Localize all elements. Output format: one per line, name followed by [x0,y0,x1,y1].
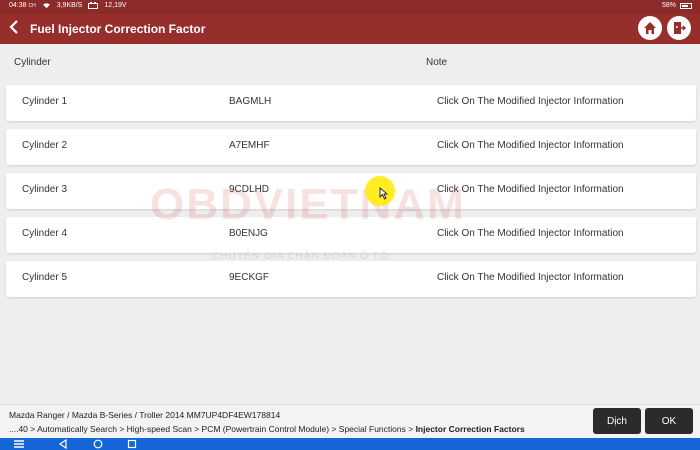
car-battery-icon [88,2,99,9]
cell-note: Click On The Modified Injector Informati… [437,140,624,151]
home-button[interactable] [638,16,662,40]
status-speed: 3,9KB/S [56,2,83,9]
table-row[interactable]: Cylinder 1 BAGMLH Click On The Modified … [6,85,696,121]
status-bar: 04:38 CH 3,9KB/S 12,19V 58% [0,0,700,14]
exit-button[interactable] [667,16,691,40]
system-nav-bar [0,438,700,450]
cell-code: B0ENJG [229,228,268,239]
app-header: Fuel Injector Correction Factor [0,14,700,44]
cell-cylinder: Cylinder 5 [22,272,68,283]
wifi-icon [42,3,50,9]
exit-icon [674,22,686,34]
cell-cylinder: Cylinder 3 [22,184,68,195]
breadcrumb-path: ....40 > Automatically Search > High-spe… [9,424,416,434]
nav-home-icon[interactable] [93,439,103,449]
status-time: 04:38 CH [9,2,36,9]
translate-button[interactable]: Dịch [593,408,641,434]
cell-cylinder: Cylinder 1 [22,96,68,107]
cell-code: BAGMLH [229,96,272,107]
cell-note: Click On The Modified Injector Informati… [437,228,624,239]
vehicle-info: Mazda Ranger / Mazda B-Series / Troller … [9,410,281,420]
back-arrow-icon[interactable] [8,19,24,39]
page-title: Fuel Injector Correction Factor [30,22,206,36]
cell-cylinder: Cylinder 2 [22,140,68,151]
table-row[interactable]: Cylinder 3 9CDLHD Click On The Modified … [6,173,696,209]
cell-code: 9CDLHD [229,184,270,195]
cell-code: 9ECKGF [229,272,270,283]
column-header-cylinder: Cylinder [14,57,51,68]
column-header-note: Note [426,57,448,68]
cell-cylinder: Cylinder 4 [22,228,68,239]
table-row[interactable]: Cylinder 5 9ECKGF Click On The Modified … [6,261,696,297]
cell-note: Click On The Modified Injector Informati… [437,184,624,195]
ok-button[interactable]: OK [645,408,693,434]
breadcrumb: ....40 > Automatically Search > High-spe… [9,424,525,434]
cell-code: A7EMHF [229,140,270,151]
cell-note: Click On The Modified Injector Informati… [437,96,624,107]
nav-recents-icon[interactable] [127,439,137,449]
nav-back-icon[interactable] [58,439,68,449]
status-voltage: 12,19V [104,2,127,9]
home-icon [644,22,656,34]
cell-note: Click On The Modified Injector Informati… [437,272,624,283]
table-row[interactable]: Cylinder 2 A7EMHF Click On The Modified … [6,129,696,165]
menu-icon[interactable] [12,439,26,449]
battery-icon [680,2,692,9]
table-row[interactable]: Cylinder 4 B0ENJG Click On The Modified … [6,217,696,253]
breadcrumb-current: Injector Correction Factors [415,424,525,434]
footer-bar: Mazda Ranger / Mazda B-Series / Troller … [0,404,700,439]
status-battery-level: 58% [661,2,676,9]
mouse-pointer-icon [379,187,388,200]
